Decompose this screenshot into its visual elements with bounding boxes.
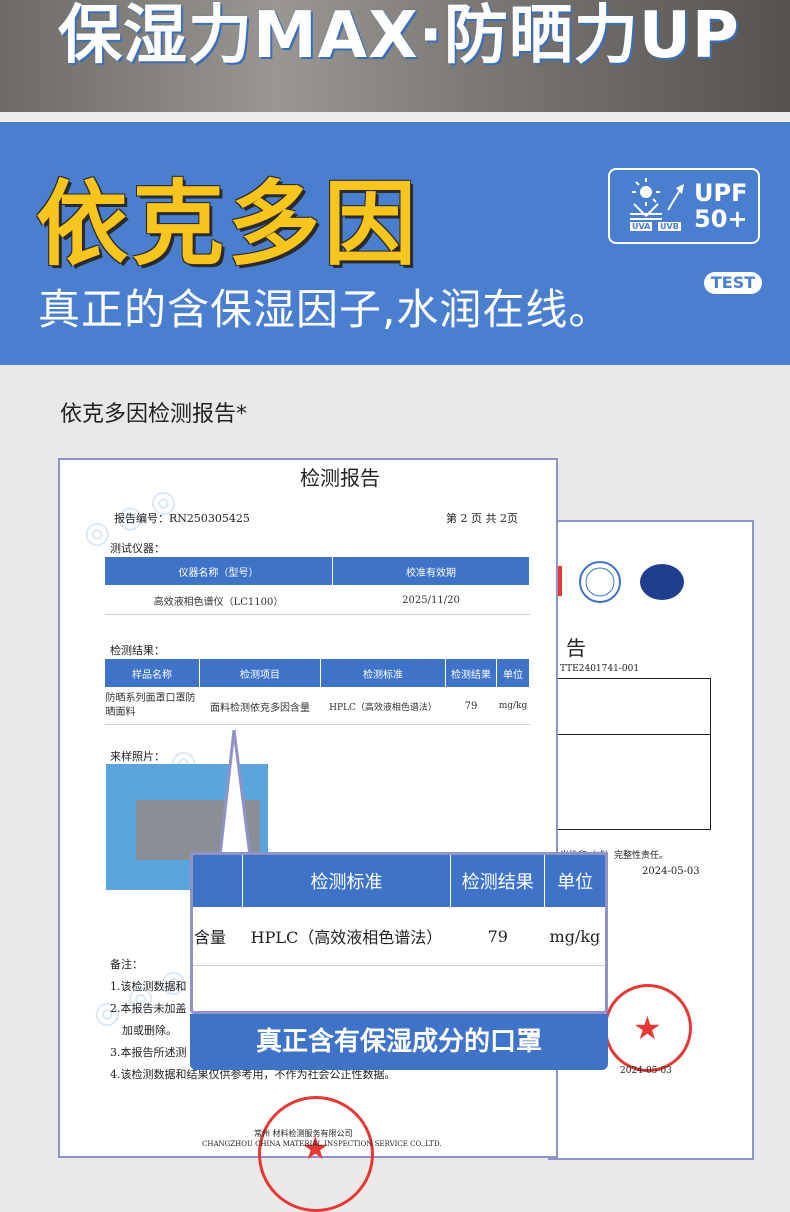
- back-report-ref: TTE2401741-001: [560, 664, 640, 674]
- back-table: [550, 678, 711, 830]
- test-badge: TEST: [704, 272, 762, 294]
- upf-text: UPF 50+: [694, 180, 748, 232]
- company-stamp: ★: [258, 1096, 374, 1212]
- star-icon: ★: [633, 1009, 662, 1047]
- upf-badge: UVA UVB UPF 50+: [608, 168, 760, 244]
- callout-caption: 真正含有保湿成分的口罩: [190, 1014, 608, 1070]
- result-standard: HPLC（高效液相色谱法）: [320, 687, 446, 725]
- note-item: 加或删除。: [122, 1024, 177, 1037]
- result-header: 单位: [496, 658, 530, 688]
- report-number: 报告编号：RN250305425: [114, 512, 250, 525]
- footer-company-en: CHANGZHOU CHINA MATERIAL INSPECTION SERV…: [202, 1140, 442, 1148]
- brand-tagline: 真正的含保湿因子,水润在线。: [38, 285, 612, 334]
- note-item: 3.本报告所述测: [110, 1046, 187, 1059]
- divider: [0, 112, 790, 122]
- brand-title: 依克多因: [36, 171, 421, 278]
- hero-title: 保湿力MAX·防晒力UP: [58, 0, 740, 73]
- note-item: 2.本报告未加盖: [110, 1002, 187, 1015]
- instrument-header: 仪器名称（型号）: [104, 556, 333, 586]
- upf-value: 50+: [694, 205, 748, 233]
- instrument-label: 测试仪器：: [110, 542, 165, 555]
- photo-label: 来样照片：: [110, 750, 165, 763]
- report-page: 第 2 页 共 2页: [446, 512, 518, 525]
- instrument-table: 仪器名称（型号） 校准有效期 高效液相色谱仪（LC1100） 2025/11/2…: [104, 556, 530, 615]
- result-header: 样品名称: [104, 658, 200, 688]
- result-item: 面料检测依克多因含量: [199, 687, 321, 725]
- magnified-header-blank: [193, 855, 243, 907]
- sun-icon: [630, 178, 684, 220]
- magnified-callout: 检测标准 检测结果 单位 含量 HPLC（高效液相色谱法） 79 mg/kg: [190, 852, 608, 1014]
- back-date-2: 2024-05-03: [620, 1066, 672, 1076]
- instrument-name: 高效液相色谱仪（LC1100）: [104, 585, 333, 615]
- footer-company: 常州 材料检测服务有限公司: [254, 1129, 353, 1138]
- uvb-label: UVB: [658, 222, 681, 231]
- magnified-standard: HPLC（高效液相色谱法）: [242, 907, 451, 966]
- results-table: 样品名称 检测项目 检测标准 检测结果 单位 防晒系列面罩口罩防晒面料 面料检测…: [104, 658, 530, 725]
- result-sample: 防晒系列面罩口罩防晒面料: [104, 687, 200, 725]
- magnified-table: 检测标准 检测结果 单位 含量 HPLC（高效液相色谱法） 79 mg/kg: [193, 855, 605, 966]
- note-item: 1.该检测数据和: [110, 980, 187, 993]
- instrument-header: 校准有效期: [332, 556, 530, 586]
- magnified-row-prefix: 含量: [193, 907, 243, 966]
- inspection-stamp: ★: [604, 984, 692, 1072]
- results-label: 检测结果：: [110, 644, 165, 657]
- hero-banner: 保湿力MAX·防晒力UP: [0, 0, 790, 112]
- back-date-1: 2024-05-03: [642, 866, 700, 877]
- ilac-mra-logo: [550, 561, 684, 603]
- magnified-header: 检测结果: [450, 855, 546, 907]
- notes-label: 备注：: [110, 958, 143, 971]
- result-unit: mg/kg: [496, 687, 530, 725]
- back-table-rule: [550, 734, 710, 735]
- magnified-header: 单位: [544, 855, 605, 907]
- back-report-title: 告: [566, 636, 586, 660]
- instrument-calibration: 2025/11/20: [332, 585, 530, 615]
- upf-label: UPF: [694, 179, 748, 207]
- section-title: 依克多因检测报告*: [60, 402, 248, 427]
- magnified-unit: mg/kg: [544, 907, 605, 966]
- callout-pointer: [218, 730, 252, 858]
- magnified-header: 检测标准: [242, 855, 452, 907]
- result-header: 检测项目: [199, 658, 321, 688]
- uva-label: UVA: [630, 222, 653, 231]
- magnified-value: 79: [450, 907, 545, 966]
- result-value: 79: [445, 687, 497, 725]
- result-header: 检测标准: [320, 658, 446, 688]
- result-header: 检测结果: [445, 658, 497, 688]
- report-title: 检测报告: [300, 466, 380, 490]
